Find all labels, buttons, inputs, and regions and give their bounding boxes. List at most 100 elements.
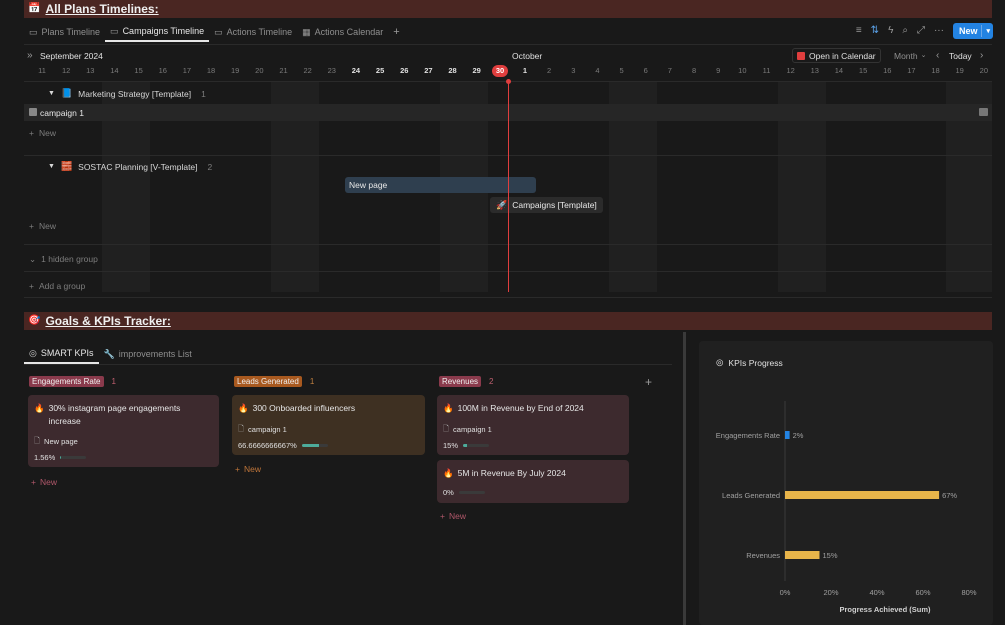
new-row-button[interactable]: + New [29, 128, 56, 138]
kpi-card[interactable]: 🔥 300 Onboarded influencers 🗋 campaign 1 6… [232, 395, 425, 455]
today-button[interactable]: Today [949, 51, 972, 61]
day-label: 12 [61, 66, 71, 75]
tick-label: 60% [915, 588, 930, 597]
filter-icon[interactable]: ≡ [856, 26, 862, 36]
plus-icon: + [29, 128, 34, 138]
column-header[interactable]: Leads Generated 1 [234, 376, 314, 387]
day-label: 13 [86, 66, 95, 75]
card-progress: 1.56% [34, 453, 87, 462]
automation-icon[interactable]: ϟ [888, 26, 893, 36]
calendar-icon: 📅 [28, 3, 41, 14]
day-label: 11 [762, 66, 771, 75]
tab-improvements-list[interactable]: 🔧 improvements List [99, 344, 197, 364]
category-label: Leads Generated [722, 491, 780, 500]
tab-smart-kpis[interactable]: ◎ SMART KPIs [24, 344, 99, 364]
new-row-button[interactable]: + New [29, 221, 56, 231]
card-relation[interactable]: 🗋 campaign 1 [443, 423, 492, 436]
day-label: 29 [472, 66, 481, 75]
prev-icon[interactable]: ‹ [936, 51, 939, 61]
kpi-card[interactable]: 🔥 30% instagram page engagements increase… [28, 395, 219, 467]
tab-actions-calendar[interactable]: ▦ Actions Calendar [297, 22, 388, 42]
new-button[interactable]: New ▾ [952, 23, 993, 39]
new-card-button[interactable]: + New [235, 464, 261, 474]
add-group-button[interactable]: + Add a group [29, 281, 85, 291]
card-relation[interactable]: 🗋 New page [34, 435, 78, 448]
page-icon: 🗋 [443, 424, 450, 433]
divider [24, 44, 992, 45]
group-header[interactable]: ▼ 🧱 SOSTAC Planning [V-Template] 2 [48, 161, 212, 172]
new-card-button[interactable]: + New [31, 477, 57, 487]
toggle-triangle-icon[interactable]: ▼ [48, 90, 55, 97]
day-label: 10 [738, 66, 747, 75]
row-title[interactable]: campaign 1 [40, 108, 84, 118]
new-card-button[interactable]: + New [440, 511, 466, 521]
chevron-down-icon[interactable]: ▾ [986, 27, 990, 35]
day-label: 19 [955, 66, 964, 75]
book-icon: 📘 [60, 88, 73, 98]
target-icon: ◎ [29, 347, 37, 358]
plus-icon: + [235, 464, 240, 474]
card-progress: 66.6666666667% [238, 441, 328, 450]
divider [24, 364, 672, 365]
month-label: September 2024 [40, 51, 103, 61]
column-header[interactable]: Engagements Rate 1 [29, 376, 116, 387]
day-label: 20 [979, 66, 989, 75]
sort-icon[interactable]: ⇅ [871, 26, 879, 36]
toggle-triangle-icon[interactable]: ▼ [48, 163, 55, 170]
tab-plans-timeline[interactable]: ▭ Plans Timeline [24, 22, 105, 42]
card-title: 🔥 300 Onboarded influencers [238, 403, 356, 413]
bar [785, 551, 820, 559]
divider [24, 297, 992, 298]
timeline-bar-campaigns-template[interactable]: 🚀 Campaigns [Template] [490, 197, 603, 213]
fire-icon: 🔥 [238, 403, 249, 413]
today-badge: 30 [492, 65, 508, 77]
timeline-tabs: ▭ Plans Timeline ▭ Campaigns Timeline ▭ Act… [24, 22, 405, 42]
column-header[interactable]: Revenues 2 [439, 376, 493, 387]
day-label: 1 [522, 66, 528, 75]
day-label: 13 [810, 66, 819, 75]
card-relation[interactable]: 🗋 campaign 1 [238, 423, 287, 436]
brick-icon: 🧱 [60, 161, 73, 171]
tick-label: 20% [823, 588, 838, 597]
target-icon: 🎯 [28, 315, 41, 326]
day-label: 15 [858, 66, 868, 75]
day-label: 8 [691, 66, 697, 75]
card-title: 🔥 100M in Revenue by End of 2024 [443, 403, 584, 413]
day-label: 5 [619, 66, 624, 75]
hidden-group-toggle[interactable]: ⌄ 1 hidden group [29, 254, 98, 265]
progress-fill [463, 444, 467, 447]
kpi-card[interactable]: 🔥 100M in Revenue by End of 2024 🗋 campaig… [437, 395, 629, 455]
day-label: 11 [38, 66, 46, 75]
kpi-card[interactable]: 🔥 5M in Revenue By July 2024 0% [437, 460, 629, 503]
next-icon[interactable]: › [980, 51, 983, 61]
open-in-calendar-button[interactable]: Open in Calendar [792, 48, 881, 63]
page-icon: 🗋 [238, 424, 245, 433]
goals-title: Goals & KPIs Tracker: [45, 314, 171, 328]
day-label: 15 [134, 66, 143, 75]
arrow-right-icon[interactable] [979, 108, 988, 116]
search-icon[interactable]: ⌕ [902, 26, 908, 36]
column-resizer[interactable] [683, 332, 686, 625]
day-label: 25 [375, 66, 385, 75]
goals-header: 🎯 Goals & KPIs Tracker: [24, 312, 992, 330]
bar [785, 431, 790, 439]
timeline-icon: ▭ [29, 26, 38, 37]
plus-icon: + [393, 25, 400, 38]
day-label: 18 [931, 66, 940, 75]
tab-campaigns-timeline[interactable]: ▭ Campaigns Timeline [105, 22, 210, 42]
plus-icon: + [29, 221, 34, 231]
tab-actions-timeline[interactable]: ▭ Actions Timeline [209, 22, 297, 42]
tick-label: 0% [780, 588, 791, 597]
group-header[interactable]: ▼ 📘 Marketing Strategy [Template] 1 [48, 88, 206, 99]
add-view-button[interactable]: + [388, 22, 404, 42]
add-column-icon[interactable]: + [645, 376, 652, 388]
column-tag: Leads Generated [234, 376, 302, 387]
collapse-sidebar-icon[interactable]: » [27, 51, 33, 61]
chevron-down-icon: ⌄ [920, 52, 927, 59]
scale-select[interactable]: Month ⌄ [894, 51, 927, 61]
calendar-icon [797, 51, 805, 60]
tick-label: 80% [961, 588, 976, 597]
more-icon[interactable]: ··· [934, 26, 944, 36]
expand-icon[interactable]: ⤢ [917, 26, 925, 36]
rocket-icon: 🚀 [496, 199, 508, 210]
